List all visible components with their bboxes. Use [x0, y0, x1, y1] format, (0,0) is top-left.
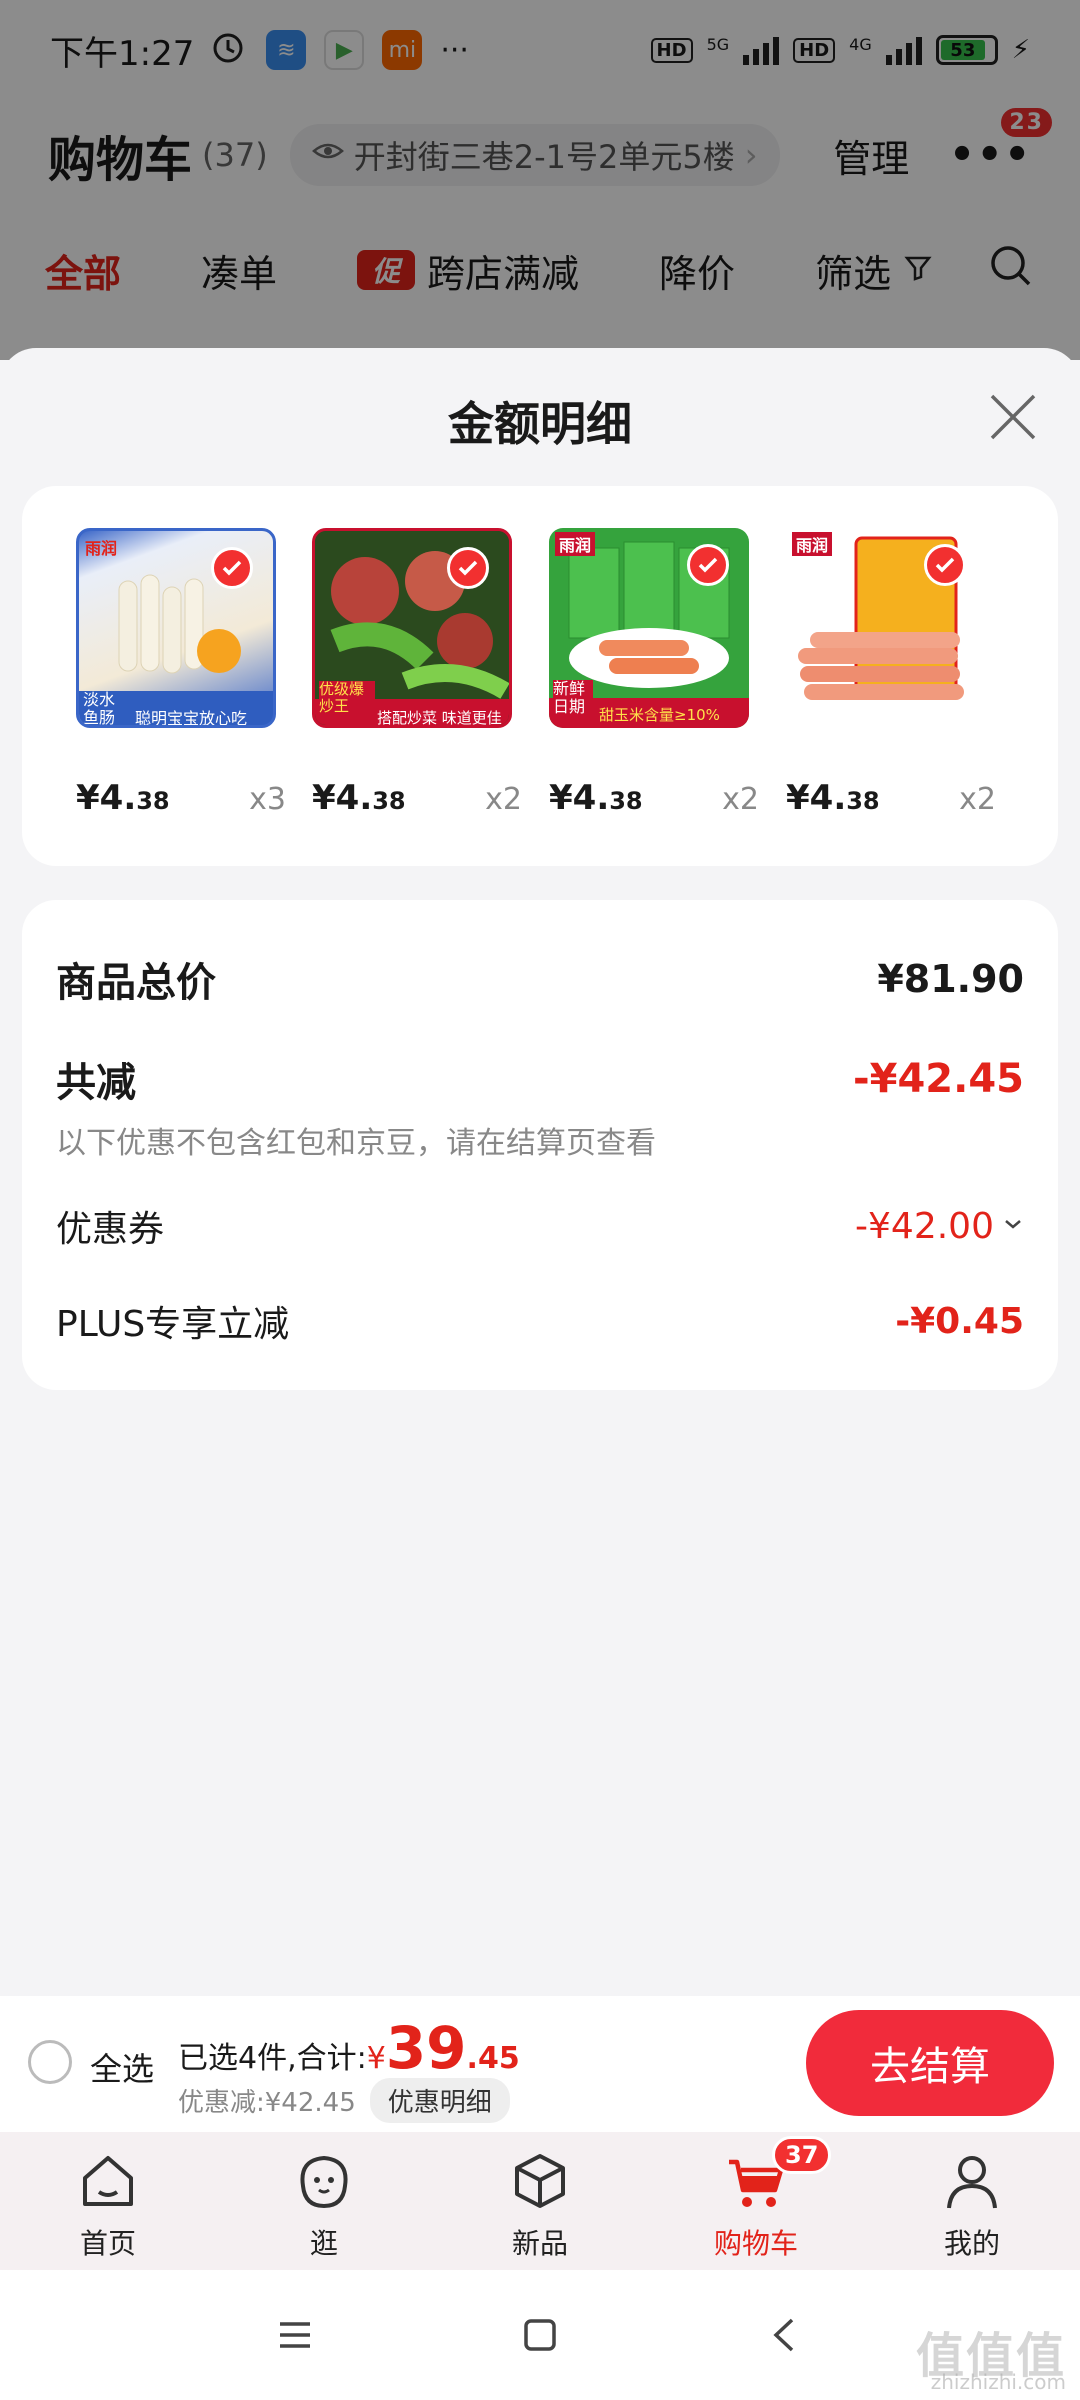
selected-check-icon	[924, 544, 966, 586]
price-summary-card: 商品总价 ¥81.90 共减 -¥42.45 以下优惠不包含红包和京豆，请在结算…	[22, 900, 1058, 1390]
select-all-radio[interactable]	[28, 2040, 72, 2084]
home-icon	[83, 2156, 133, 2206]
product-price: ¥4.38	[786, 778, 880, 818]
total-label: 商品总价	[56, 960, 216, 1006]
product-price-row: ¥4.38 x2	[549, 778, 759, 818]
plus-row: PLUS专享立减 -¥0.45	[56, 1295, 1024, 1347]
selected-summary: 已选4件,合计: ¥ 39 .45	[178, 2014, 520, 2082]
product-price: ¥4.38	[549, 778, 643, 818]
product-quantity: x2	[485, 782, 522, 817]
product-image-brand: 雨润	[85, 539, 118, 558]
product-quantity: x2	[959, 782, 996, 817]
product-price: ¥4.38	[312, 778, 406, 818]
selected-check-icon	[211, 547, 253, 589]
product-item[interactable]: 雨润 ¥4.38 x2	[786, 528, 996, 818]
browse-face-icon	[300, 2155, 348, 2209]
product-image: 雨润	[786, 528, 986, 728]
modal-overlay[interactable]	[0, 0, 1080, 360]
user-icon	[947, 2156, 997, 2209]
selected-check-icon	[687, 544, 729, 586]
selected-products-card: 雨润 淡水鱼肠 聪明宝宝放心吃 ¥4.38 x3 优级爆炒王 搭配炒菜 味道更佳…	[22, 486, 1058, 866]
coupon-row[interactable]: 优惠券 -¥42.00	[56, 1200, 1024, 1252]
selected-check-icon	[447, 547, 489, 589]
discount-label: 共减	[56, 1060, 136, 1106]
discount-detail-button[interactable]: 优惠明细	[369, 2078, 510, 2123]
total-currency: ¥	[366, 2041, 386, 2076]
coupon-label: 优惠券	[56, 1209, 165, 1250]
product-image-brand: 雨润	[792, 532, 833, 556]
plus-label: PLUS专享立减	[56, 1304, 290, 1345]
nav-mine[interactable]: 我的	[864, 2132, 1080, 2270]
product-image-tag: 新鲜日期	[553, 680, 593, 716]
nav-browse[interactable]: 逛	[216, 2132, 432, 2270]
amount-detail-sheet: 金额明细 雨润 淡水鱼肠 聪明宝宝放心吃 ¥4.38 x3 优级爆炒王 搭配炒菜…	[0, 348, 1080, 1998]
product-image-tag: 优级爆炒王	[319, 681, 375, 715]
discount-note: 以下优惠不包含红包和京豆，请在结算页查看	[56, 1126, 656, 1161]
product-price-row: ¥4.38 x3	[76, 778, 286, 818]
plus-value: -¥0.45	[895, 1300, 1024, 1342]
product-image-caption: 聪明宝宝放心吃	[135, 709, 248, 728]
discount-summary: 优惠减:¥42.45 优惠明细	[178, 2078, 510, 2123]
product-price-row: ¥4.38 x2	[312, 778, 522, 818]
product-price: ¥4.38	[76, 778, 170, 818]
nav-home[interactable]: 首页	[0, 2132, 216, 2270]
sheet-title: 金额明细	[448, 397, 632, 451]
total-row: 商品总价 ¥81.90	[56, 950, 1024, 1008]
total-integer: 39	[385, 2014, 467, 2082]
product-quantity: x3	[249, 782, 286, 817]
box-icon	[515, 2154, 565, 2208]
cart-badge: 37	[772, 2136, 832, 2174]
product-price-row: ¥4.38 x2	[786, 778, 996, 818]
product-image: 雨润 新鲜日期 甜玉米含量≥10%	[549, 528, 749, 728]
nav-home-label: 首页	[79, 2227, 136, 2260]
nav-cart-label: 购物车	[713, 2227, 798, 2260]
product-item[interactable]: 优级爆炒王 搭配炒菜 味道更佳 ¥4.38 x2	[312, 528, 522, 818]
watermark-url: zhizhizhi.com	[930, 2370, 1066, 2394]
product-image-caption: 搭配炒菜 味道更佳	[377, 709, 502, 727]
product-quantity: x2	[722, 782, 759, 817]
selected-text: 已选4件,合计:	[178, 2041, 367, 2076]
total-decimal: .45	[466, 2041, 520, 2076]
checkout-button[interactable]: 去结算	[806, 2010, 1054, 2116]
product-image-tag: 淡水鱼肠	[83, 690, 116, 727]
select-all-label[interactable]: 全选	[90, 2044, 154, 2090]
nav-cart[interactable]: 购物车 37	[648, 2132, 864, 2270]
product-image-brand: 雨润	[555, 532, 596, 556]
product-image: 雨润 淡水鱼肠 聪明宝宝放心吃	[76, 528, 276, 728]
total-value: ¥81.90	[877, 957, 1024, 1001]
bottom-nav: 首页 逛 新品 购物车 37 我的	[0, 2132, 1080, 2270]
nav-new-label: 新品	[511, 2227, 568, 2260]
menu-icon[interactable]	[270, 2310, 320, 2360]
nav-mine-label: 我的	[943, 2227, 1000, 2260]
product-image: 优级爆炒王 搭配炒菜 味道更佳	[312, 528, 512, 728]
discount-text: 优惠减:¥42.45	[178, 2088, 356, 2118]
nav-new[interactable]: 新品	[432, 2132, 648, 2270]
coupon-value: -¥42.00	[855, 1205, 994, 1247]
product-item[interactable]: 雨润 新鲜日期 甜玉米含量≥10% ¥4.38 x2	[549, 528, 759, 818]
chevron-down-icon	[1002, 1213, 1024, 1239]
checkout-bar: 全选 已选4件,合计: ¥ 39 .45 优惠减:¥42.45 优惠明细 去结算	[0, 1996, 1080, 2132]
discount-row: 共减 -¥42.45	[56, 1050, 1024, 1108]
product-item[interactable]: 雨润 淡水鱼肠 聪明宝宝放心吃 ¥4.38 x3	[76, 528, 286, 818]
discount-value: -¥42.45	[853, 1056, 1024, 1102]
close-button[interactable]	[986, 390, 1040, 444]
home-square-icon[interactable]	[515, 2310, 565, 2360]
back-icon[interactable]	[760, 2310, 810, 2360]
product-image-caption: 甜玉米含量≥10%	[599, 706, 720, 724]
nav-browse-label: 逛	[309, 2227, 338, 2260]
close-icon	[990, 394, 1036, 440]
